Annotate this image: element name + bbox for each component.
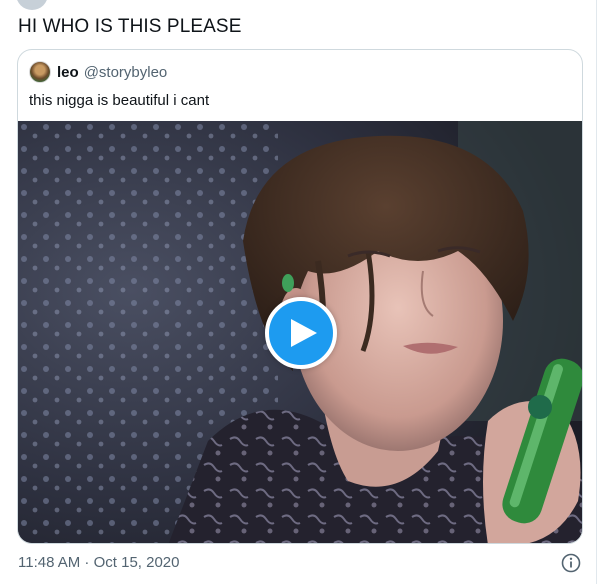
quoted-handle[interactable]: @storybyleo: [84, 64, 168, 81]
author-avatar[interactable]: [16, 0, 48, 10]
quoted-avatar[interactable]: [29, 61, 51, 83]
video-thumbnail[interactable]: [18, 121, 582, 543]
quoted-tweet-header: leo @storybyleo: [29, 61, 167, 83]
tweet-text: HI WHO IS THIS PLEASE: [18, 16, 242, 37]
quoted-tweet-text: this nigga is beautiful i cant: [29, 92, 210, 109]
quoted-tweet[interactable]: leo @storybyleo this nigga is beautiful …: [17, 49, 583, 544]
quoted-display-name[interactable]: leo: [57, 64, 79, 81]
divider: [596, 0, 597, 584]
play-button[interactable]: [265, 297, 337, 369]
info-icon[interactable]: [561, 553, 581, 573]
play-icon: [291, 319, 317, 347]
tweet-timestamp[interactable]: 11:48 AM · Oct 15, 2020: [18, 554, 179, 571]
